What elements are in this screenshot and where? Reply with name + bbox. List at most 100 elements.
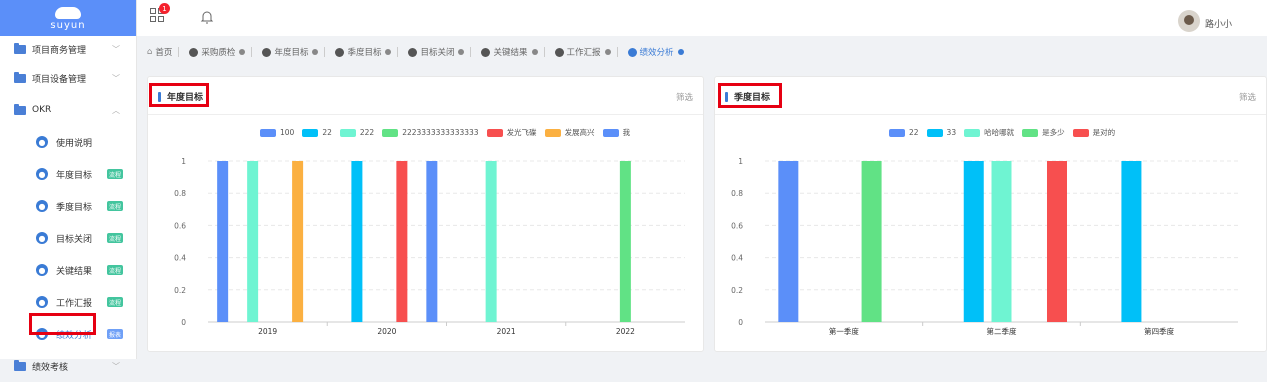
- bar[interactable]: [963, 161, 984, 322]
- annual-bar-chart: 0 0.2 0.4 0.6 0.8 1 2019 2020 2021 2022: [174, 157, 685, 336]
- process-tag: 流程: [107, 297, 123, 307]
- y-tick-label: 0.8: [731, 189, 743, 198]
- bar[interactable]: [426, 161, 438, 322]
- tab-label: 季度目标: [347, 48, 382, 58]
- bar[interactable]: [217, 161, 229, 322]
- quarterly-goals-panel: 季度目标 筛选 22 33 哈哈哪就 是多少 是对的 0 0.2 0.4 0.6 0.8 1 第一季…: [714, 76, 1267, 352]
- close-icon[interactable]: [604, 49, 611, 55]
- bell-icon[interactable]: [200, 10, 214, 24]
- tab-label: 关键结果: [493, 48, 528, 58]
- y-tick-label: 0.4: [174, 254, 186, 263]
- app-logo[interactable]: suyun: [0, 0, 136, 36]
- person-icon: ●: [36, 200, 48, 212]
- bar[interactable]: [292, 161, 304, 322]
- process-tag: 流程: [107, 201, 123, 211]
- avatar[interactable]: [1178, 10, 1200, 32]
- person-icon: ●: [36, 136, 48, 148]
- tab-bar: ⌂ 首页 采购质检 年度目标 季度目标 目标关闭 关键结果 工作汇报 绩效分析: [137, 42, 1267, 62]
- tab-key-results[interactable]: 关键结果: [481, 46, 538, 58]
- person-icon: ●: [36, 168, 48, 180]
- sidebar-item-performance-analysis[interactable]: ● 绩效分析 报表: [0, 318, 136, 350]
- username[interactable]: 路小小: [1205, 17, 1232, 30]
- tab-divider: [178, 47, 180, 57]
- sidebar-item-label: 绩效考核: [32, 362, 69, 373]
- sidebar-item-label: 绩效分析: [56, 330, 93, 341]
- person-icon: [408, 47, 418, 57]
- close-icon[interactable]: [531, 49, 538, 55]
- bar[interactable]: [619, 161, 631, 322]
- bar[interactable]: [1046, 161, 1067, 322]
- tab-label: 首页: [155, 48, 173, 58]
- bar[interactable]: [861, 161, 882, 322]
- sidebar-item-usage-guide[interactable]: ● 使用说明: [0, 126, 136, 158]
- report-tag: 报表: [107, 329, 123, 339]
- tab-work-report[interactable]: 工作汇报: [554, 46, 611, 58]
- y-tick-label: 0.6: [731, 221, 743, 230]
- sidebar-item-quarterly-goals[interactable]: ● 季度目标 流程: [0, 190, 136, 222]
- x-tick-label: 2019: [258, 327, 277, 336]
- person-icon: ●: [36, 296, 48, 308]
- bar[interactable]: [991, 161, 1012, 322]
- y-tick-label: 0.4: [731, 254, 743, 263]
- close-icon[interactable]: [458, 49, 465, 55]
- tab-divider: [543, 47, 545, 57]
- close-icon[interactable]: [239, 49, 246, 55]
- chevron-down-icon: ﹀: [112, 45, 120, 54]
- person-icon: [554, 47, 564, 57]
- x-tick-label: 2020: [377, 327, 396, 336]
- sidebar-item-okr[interactable]: OKR ︿: [0, 94, 136, 126]
- folder-icon: [14, 359, 26, 371]
- sidebar-item-performance-review[interactable]: 绩效考核 ﹀: [0, 350, 136, 382]
- tab-quarterly-goals[interactable]: 季度目标: [335, 46, 392, 58]
- bar[interactable]: [396, 161, 408, 322]
- folder-icon: [14, 103, 26, 115]
- tab-label: 工作汇报: [566, 48, 601, 58]
- sidebar-item-label: OKR: [32, 105, 52, 115]
- folder-icon: [14, 42, 26, 54]
- tab-label: 年度目标: [274, 48, 309, 58]
- sidebar-item-key-results[interactable]: ● 关键结果 流程: [0, 254, 136, 286]
- process-tag: 流程: [107, 169, 123, 179]
- x-tick-label: 第一季度: [829, 326, 859, 336]
- sidebar-item-project-equipment[interactable]: 项目设备管理 ﹀: [0, 62, 136, 94]
- process-tag: 流程: [107, 265, 123, 275]
- chevron-down-icon: ﹀: [112, 74, 120, 83]
- bar[interactable]: [485, 161, 497, 322]
- x-tick-label: 2022: [616, 327, 635, 336]
- sidebar-item-work-report[interactable]: ● 工作汇报 流程: [0, 286, 136, 318]
- tab-annual-goals[interactable]: 年度目标: [262, 46, 319, 58]
- y-tick-label: 0.2: [174, 286, 186, 295]
- close-icon[interactable]: [385, 49, 392, 55]
- person-icon: ●: [36, 328, 48, 340]
- person-icon: ●: [36, 232, 48, 244]
- bar[interactable]: [778, 161, 799, 322]
- tab-divider: [470, 47, 472, 57]
- tab-procurement-qc[interactable]: 采购质检: [189, 46, 246, 58]
- bar[interactable]: [351, 161, 363, 322]
- quarterly-bar-chart: 0 0.2 0.4 0.6 0.8 1 第一季度 第二季度 第四季度: [731, 157, 1238, 336]
- tab-home[interactable]: ⌂ 首页: [147, 46, 172, 58]
- person-icon: [189, 47, 199, 57]
- close-icon[interactable]: [677, 49, 684, 55]
- sidebar-item-label: 使用说明: [56, 138, 93, 149]
- tab-goal-close[interactable]: 目标关闭: [408, 46, 465, 58]
- sidebar-item-goal-close[interactable]: ● 目标关闭 流程: [0, 222, 136, 254]
- notification-count-badge: 1: [159, 3, 170, 14]
- logo-text: suyun: [50, 20, 86, 31]
- folder-icon: [14, 71, 26, 83]
- y-tick-label: 1: [738, 157, 743, 166]
- bar[interactable]: [1121, 161, 1142, 322]
- y-tick-label: 0.2: [731, 286, 743, 295]
- top-bar: 1 路小小: [137, 0, 1267, 36]
- tab-performance-analysis[interactable]: 绩效分析: [627, 46, 684, 58]
- sidebar-item-label: 季度目标: [56, 202, 93, 213]
- sidebar-item-label: 项目商务管理: [32, 45, 87, 56]
- person-icon: [627, 47, 637, 57]
- y-tick-label: 0.6: [174, 221, 186, 230]
- x-tick-label: 第二季度: [987, 326, 1017, 336]
- bar[interactable]: [247, 161, 259, 322]
- x-tick-label: 2021: [497, 327, 516, 336]
- sidebar-item-project-business[interactable]: 项目商务管理 ﹀: [0, 36, 136, 62]
- close-icon[interactable]: [312, 49, 319, 55]
- sidebar-item-annual-goals[interactable]: ● 年度目标 流程: [0, 158, 136, 190]
